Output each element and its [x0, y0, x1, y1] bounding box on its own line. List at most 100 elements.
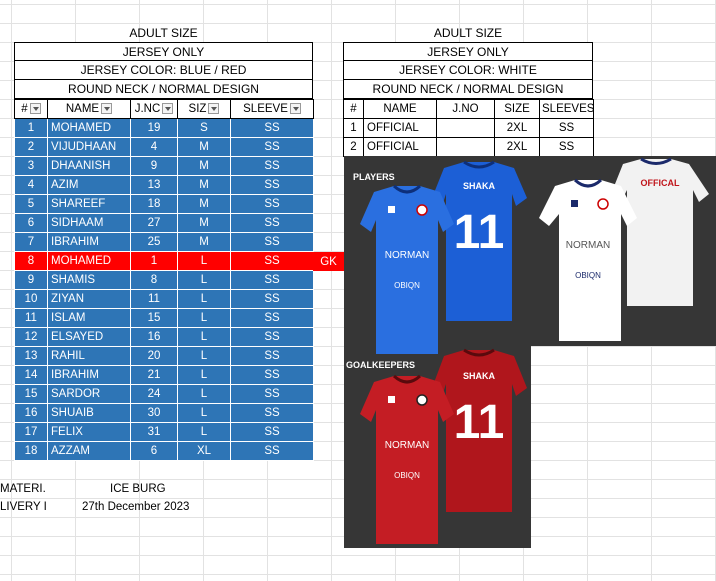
cell-sleeves[interactable]: SS [230, 441, 314, 461]
cell-sleeves[interactable]: SS [230, 422, 314, 442]
cell-sleeves[interactable]: SS [230, 365, 314, 385]
cell-size[interactable]: M [177, 175, 231, 195]
table-row[interactable]: 4 AZIM 13 M SS [14, 175, 314, 195]
cell-sleeves[interactable]: SS [230, 118, 314, 138]
cell-name[interactable]: ELSAYED [47, 327, 131, 347]
cell-jno[interactable]: 11 [130, 289, 178, 309]
cell-num[interactable]: 4 [14, 175, 48, 195]
cell-num[interactable]: 9 [14, 270, 48, 290]
cell-jno[interactable]: 9 [130, 156, 178, 176]
goalkeeper-tag[interactable]: GK [313, 252, 344, 271]
table-row[interactable]: 12 ELSAYED 16 L SS [14, 327, 314, 347]
cell-jno[interactable]: 25 [130, 232, 178, 252]
cell-size[interactable]: L [177, 365, 231, 385]
cell-jno[interactable] [436, 118, 495, 138]
cell-sleeves[interactable]: SS [230, 384, 314, 404]
cell-sleeves[interactable]: SS [230, 270, 314, 290]
cell-jno[interactable]: 20 [130, 346, 178, 366]
cell-sleeves[interactable]: SS [230, 308, 314, 328]
col-header-size[interactable]: SIZE [494, 99, 540, 119]
col-header-num[interactable]: # [343, 99, 364, 119]
cell-jno[interactable]: 6 [130, 441, 178, 461]
cell-sleeves[interactable]: SS [230, 289, 314, 309]
col-header-size[interactable]: SIZ [177, 99, 231, 119]
cell-sleeves[interactable]: SS [230, 346, 314, 366]
filter-dropdown-icon[interactable] [101, 103, 113, 115]
cell-num[interactable]: 17 [14, 422, 48, 442]
cell-size[interactable]: XL [177, 441, 231, 461]
cell-size[interactable]: M [177, 156, 231, 176]
table-row[interactable]: 10 ZIYAN 11 L SS [14, 289, 314, 309]
cell-size[interactable]: M [177, 137, 231, 157]
table-row[interactable]: 8 MOHAMED 1 L SS [14, 251, 314, 271]
cell-sleeves[interactable]: SS [230, 137, 314, 157]
cell-num[interactable]: 8 [14, 251, 48, 271]
cell-size[interactable]: M [177, 194, 231, 214]
cell-size[interactable]: L [177, 384, 231, 404]
cell-jno[interactable]: 21 [130, 365, 178, 385]
cell-num[interactable]: 5 [14, 194, 48, 214]
cell-num[interactable]: 3 [14, 156, 48, 176]
cell-name[interactable]: IBRAHIM [47, 365, 131, 385]
cell-jno[interactable]: 30 [130, 403, 178, 423]
cell-size[interactable]: 2XL [494, 118, 540, 138]
cell-name[interactable]: VIJUDHAAN [47, 137, 131, 157]
cell-name[interactable]: IBRAHIM [47, 232, 131, 252]
cell-num[interactable]: 1 [14, 118, 48, 138]
cell-sleeves[interactable]: SS [230, 213, 314, 233]
cell-sleeves[interactable]: SS [230, 156, 314, 176]
table-row[interactable]: 16 SHUAIB 30 L SS [14, 403, 314, 423]
cell-jno[interactable]: 16 [130, 327, 178, 347]
filter-dropdown-icon[interactable] [29, 103, 41, 115]
cell-name[interactable]: MOHAMED [47, 251, 131, 271]
cell-jno[interactable]: 19 [130, 118, 178, 138]
table-row[interactable]: 13 RAHIL 20 L SS [14, 346, 314, 366]
cell-name[interactable]: SHAREEF [47, 194, 131, 214]
cell-sleeves[interactable]: SS [230, 403, 314, 423]
cell-jno[interactable] [436, 137, 495, 157]
table-row[interactable]: 17 FELIX 31 L SS [14, 422, 314, 442]
table-row[interactable]: 2 OFFICIAL 2XL SS [343, 137, 594, 157]
cell-jno[interactable]: 24 [130, 384, 178, 404]
cell-name[interactable]: SHAMIS [47, 270, 131, 290]
cell-sleeves[interactable]: SS [230, 251, 314, 271]
cell-name[interactable]: ZIYAN [47, 289, 131, 309]
cell-jno[interactable]: 8 [130, 270, 178, 290]
cell-num[interactable]: 6 [14, 213, 48, 233]
cell-size[interactable]: S [177, 118, 231, 138]
table-row[interactable]: 2 VIJUDHAAN 4 M SS [14, 137, 314, 157]
table-row[interactable]: 5 SHAREEF 18 M SS [14, 194, 314, 214]
cell-jno[interactable]: 27 [130, 213, 178, 233]
sort-filter-icon[interactable] [208, 103, 220, 115]
table-row[interactable]: 1 OFFICIAL 2XL SS [343, 118, 594, 138]
cell-size[interactable]: L [177, 308, 231, 328]
table-row[interactable]: 15 SARDOR 24 L SS [14, 384, 314, 404]
col-header-sleeves[interactable]: SLEEVE [230, 99, 314, 119]
cell-jno[interactable]: 13 [130, 175, 178, 195]
cell-num[interactable]: 11 [14, 308, 48, 328]
filter-dropdown-icon[interactable] [162, 103, 174, 115]
table-row[interactable]: 7 IBRAHIM 25 M SS [14, 232, 314, 252]
cell-sleeves[interactable]: SS [230, 194, 314, 214]
cell-size[interactable]: M [177, 232, 231, 252]
col-header-num[interactable]: # [14, 99, 48, 119]
cell-sleeves[interactable]: SS [539, 118, 594, 138]
cell-name[interactable]: OFFICIAL [363, 137, 437, 157]
table-row[interactable]: 18 AZZAM 6 XL SS [14, 441, 314, 461]
cell-name[interactable]: SHUAIB [47, 403, 131, 423]
cell-num[interactable]: 7 [14, 232, 48, 252]
col-header-sleeves[interactable]: SLEEVES [539, 99, 594, 119]
cell-size[interactable]: L [177, 327, 231, 347]
cell-num[interactable]: 16 [14, 403, 48, 423]
cell-jno[interactable]: 4 [130, 137, 178, 157]
table-row[interactable]: 11 ISLAM 15 L SS [14, 308, 314, 328]
cell-size[interactable]: 2XL [494, 137, 540, 157]
cell-num[interactable]: 2 [14, 137, 48, 157]
table-row[interactable]: 14 IBRAHIM 21 L SS [14, 365, 314, 385]
cell-jno[interactable]: 31 [130, 422, 178, 442]
filter-dropdown-icon[interactable] [289, 103, 301, 115]
cell-num[interactable]: 15 [14, 384, 48, 404]
cell-size[interactable]: L [177, 251, 231, 271]
cell-sleeves[interactable]: SS [230, 232, 314, 252]
cell-size[interactable]: L [177, 422, 231, 442]
